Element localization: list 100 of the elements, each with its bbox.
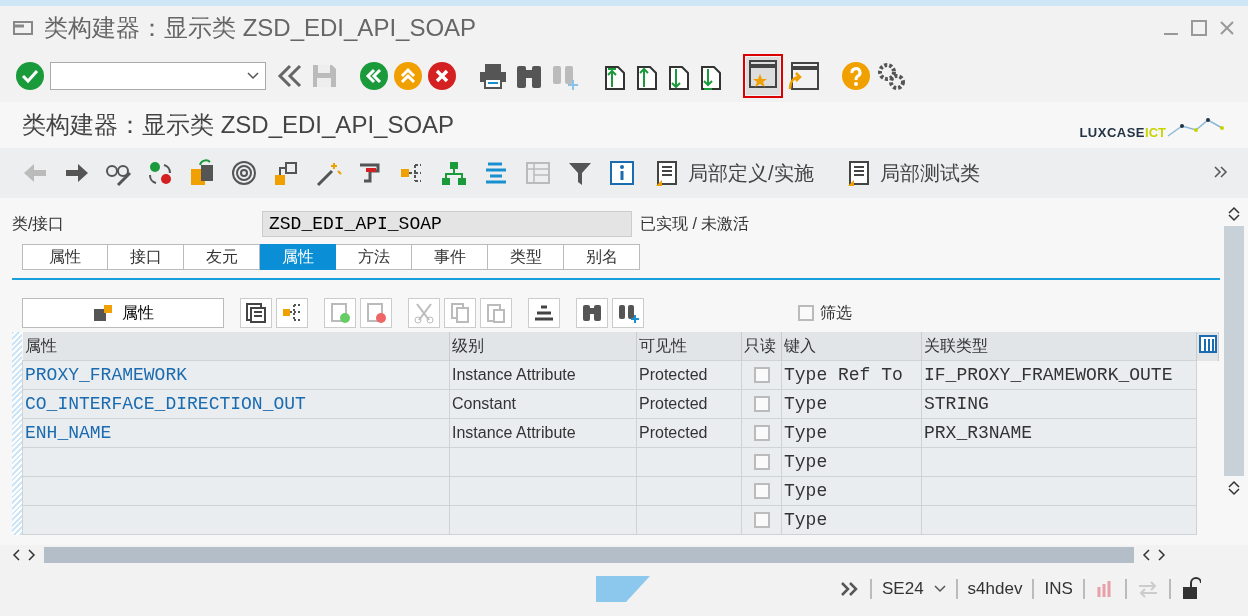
binoculars-button[interactable]	[576, 298, 608, 328]
logo-accent: ICT	[1145, 125, 1166, 140]
field-label: 类/接口	[12, 213, 66, 234]
find-next-icon	[617, 302, 639, 324]
table-cell: Type Ref To	[784, 365, 903, 385]
paste-icon	[485, 302, 507, 324]
info-icon[interactable]	[608, 159, 636, 187]
delete-row-button[interactable]	[360, 298, 392, 328]
scroll-left-icon[interactable]	[12, 549, 20, 561]
document-icon	[654, 159, 680, 187]
window-arrow-icon[interactable]	[786, 59, 820, 93]
column-header: 只读	[741, 332, 782, 361]
column-header: 关联类型	[921, 332, 1197, 361]
attribute-name: CO_INTERFACE_DIRECTION_OUT	[25, 394, 306, 414]
table-cell: Type	[784, 452, 828, 472]
attribute-button[interactable]: 属性	[22, 298, 224, 328]
table-cell: Type	[784, 510, 828, 530]
attribute-name: PROXY_FRAMEWORK	[25, 365, 188, 385]
table-cell: Protected	[639, 424, 708, 441]
table-cell: Type	[784, 423, 828, 443]
read-only-checkbox[interactable]	[753, 454, 770, 470]
tab[interactable]: 别名	[564, 244, 640, 270]
window-menu-icon[interactable]	[12, 19, 34, 37]
filter-label: 筛选	[820, 302, 852, 323]
collapse-icon[interactable]	[276, 62, 304, 90]
table-cell: Type	[784, 481, 828, 501]
more-icon[interactable]	[1214, 166, 1228, 178]
input-mode: INS	[1044, 579, 1073, 599]
branch-button[interactable]	[276, 298, 308, 328]
tab[interactable]: 属性	[260, 244, 336, 270]
scroll-down-icon[interactable]	[1228, 214, 1240, 222]
read-only-checkbox[interactable]	[753, 396, 770, 412]
tab[interactable]: 事件	[412, 244, 488, 270]
insert-row-icon	[329, 302, 351, 324]
tab[interactable]: 方法	[336, 244, 412, 270]
detail-icon	[245, 302, 267, 324]
table-cell: Protected	[639, 366, 708, 383]
binoculars-icon	[581, 302, 603, 324]
printer-icon[interactable]	[478, 62, 508, 90]
scroll-right-icon[interactable]	[1158, 549, 1166, 561]
checkmark-icon[interactable]	[16, 62, 44, 90]
vertical-scrollbar[interactable]	[1224, 226, 1244, 476]
tab[interactable]: 属性	[22, 244, 108, 270]
column-header: 级别	[449, 332, 637, 361]
table-cell: PRX_R3NAME	[924, 423, 1033, 443]
scroll-right-icon[interactable]	[28, 549, 36, 561]
window-title: 类构建器：显示类 ZSD_EDI_API_SOAP	[44, 13, 478, 43]
read-only-checkbox[interactable]	[753, 367, 770, 383]
cancel-icon[interactable]	[428, 62, 456, 90]
system-name: s4hdev	[967, 579, 1023, 599]
dropdown-caret-icon[interactable]	[247, 72, 259, 80]
attribute-name: ENH_NAME	[25, 423, 112, 443]
column-header: 属性	[22, 332, 450, 361]
close-icon[interactable]	[1218, 19, 1236, 37]
branch-icon	[281, 302, 303, 324]
horizontal-scrollbar[interactable]	[44, 547, 1134, 563]
tab[interactable]: 友元	[184, 244, 260, 270]
table-cell: Constant	[452, 395, 517, 412]
page-title: 类构建器：显示类 ZSD_EDI_API_SOAP	[22, 110, 455, 140]
table-cell: Instance Attribute	[452, 366, 576, 383]
tab[interactable]: 接口	[108, 244, 184, 270]
read-only-checkbox[interactable]	[753, 483, 770, 499]
transfer-icon	[1136, 580, 1159, 598]
toolbar-button[interactable]: 局部测试类	[841, 159, 994, 187]
padlock-icon	[1180, 577, 1201, 601]
expand-icon[interactable]	[840, 581, 860, 597]
filter-checkbox[interactable]	[798, 305, 814, 321]
class-field[interactable]: ZSD_EDI_API_SOAP	[262, 211, 632, 237]
dropdown-caret-icon[interactable]	[933, 585, 946, 593]
align-button[interactable]	[528, 298, 560, 328]
hierarchy-icon[interactable]	[272, 159, 300, 187]
back-icon[interactable]	[360, 62, 388, 90]
delete-row-icon	[365, 302, 387, 324]
read-only-checkbox[interactable]	[753, 512, 770, 528]
find-next-button[interactable]	[612, 298, 644, 328]
settings-icon[interactable]	[876, 61, 906, 91]
table-cell: Protected	[639, 395, 708, 412]
scroll-left-icon[interactable]	[1142, 549, 1150, 561]
puzzle-icon	[92, 303, 114, 323]
logo-text: LUXCASE	[1079, 125, 1146, 140]
colored-dots-icon[interactable]	[146, 159, 174, 187]
table-cell: Type	[784, 394, 828, 414]
maximize-icon[interactable]	[1190, 19, 1208, 37]
column-settings-icon[interactable]	[1199, 335, 1217, 354]
toolbar-button[interactable]: 局部定义/实施	[650, 159, 828, 187]
detail-button[interactable]	[240, 298, 272, 328]
scissors-icon	[413, 302, 435, 324]
table-cell: STRING	[924, 394, 989, 414]
org-chart-icon[interactable]	[440, 159, 468, 187]
scroll-down-icon[interactable]	[1228, 488, 1240, 496]
table-cell: IF_PROXY_FRAMEWORK_OUTE	[924, 365, 1173, 385]
command-field[interactable]	[50, 62, 266, 90]
copy-icon	[449, 302, 471, 324]
column-header: 键入	[781, 332, 922, 361]
tab[interactable]: 类型	[488, 244, 564, 270]
column-header: 可见性	[636, 332, 742, 361]
scroll-up-icon[interactable]	[1228, 480, 1240, 488]
read-only-checkbox[interactable]	[753, 425, 770, 441]
transaction-code: SE24	[882, 579, 924, 599]
scroll-up-icon[interactable]	[1228, 206, 1240, 214]
